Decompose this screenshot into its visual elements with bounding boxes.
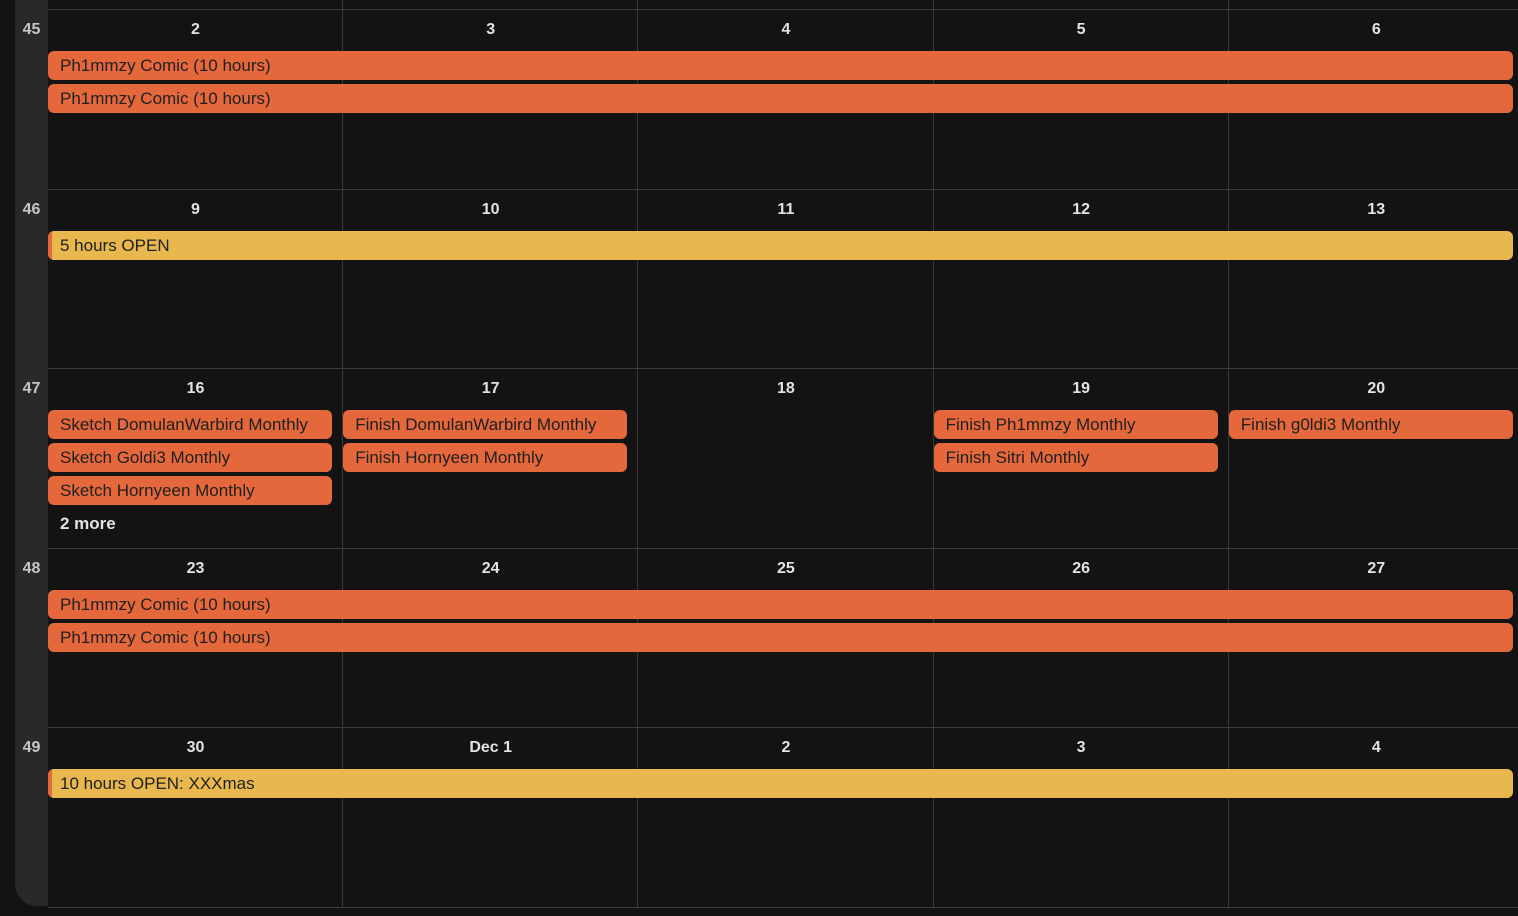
calendar-event[interactable]: Finish g0ldi3 Monthly [1228, 410, 1513, 439]
week-number[interactable]: 47 [15, 380, 48, 398]
week-number[interactable]: 49 [15, 739, 48, 757]
calendar-event[interactable]: Sketch DomulanWarbird Monthly [48, 410, 333, 439]
day-number[interactable]: 9 [48, 201, 343, 219]
more-events-link[interactable]: 2 more [48, 514, 116, 534]
day-number[interactable]: 10 [343, 201, 638, 219]
calendar-event[interactable]: Finish Ph1mmzy Monthly [933, 410, 1218, 439]
day-number[interactable]: 30 [48, 739, 343, 757]
calendar-event[interactable]: Ph1mmzy Comic (10 hours) [48, 84, 1513, 113]
week-divider [48, 189, 1518, 190]
day-number[interactable]: 23 [48, 560, 343, 578]
day-number[interactable]: 2 [638, 739, 933, 757]
day-number[interactable]: 5 [934, 21, 1229, 39]
week-number-gutter [15, 0, 48, 906]
week-divider [48, 548, 1518, 549]
day-number[interactable]: 18 [638, 380, 933, 398]
week-divider [48, 727, 1518, 728]
day-number[interactable]: 3 [343, 21, 638, 39]
day-number[interactable]: 13 [1229, 201, 1518, 219]
day-number[interactable]: 27 [1229, 560, 1518, 578]
day-number[interactable]: 2 [48, 21, 343, 39]
day-number[interactable]: 25 [638, 560, 933, 578]
day-number[interactable]: 26 [934, 560, 1229, 578]
calendar-event[interactable]: Ph1mmzy Comic (10 hours) [48, 622, 1513, 652]
calendar-event[interactable]: Finish DomulanWarbird Monthly [343, 410, 628, 439]
day-number[interactable]: Dec 1 [343, 739, 638, 757]
week-number[interactable]: 46 [15, 201, 48, 219]
day-number[interactable]: 17 [343, 380, 638, 398]
left-edge [0, 0, 15, 916]
day-number[interactable]: 6 [1229, 21, 1518, 39]
calendar-event[interactable]: 5 hours OPEN [48, 230, 1513, 260]
week-divider [48, 9, 1518, 10]
calendar-event[interactable]: 10 hours OPEN: XXXmas [48, 769, 1513, 798]
week-divider [48, 907, 1518, 908]
day-number[interactable]: 20 [1229, 380, 1518, 398]
day-number[interactable]: 12 [934, 201, 1229, 219]
day-number[interactable]: 11 [638, 201, 933, 219]
day-number[interactable]: 16 [48, 380, 343, 398]
day-number[interactable]: 19 [934, 380, 1229, 398]
week-number[interactable]: 45 [15, 21, 48, 39]
week-number[interactable]: 48 [15, 560, 48, 578]
calendar-event[interactable]: Finish Hornyeen Monthly [343, 443, 628, 472]
calendar-event[interactable]: Ph1mmzy Comic (10 hours) [48, 589, 1513, 619]
day-number[interactable]: 24 [343, 560, 638, 578]
calendar-event[interactable]: Finish Sitri Monthly [933, 443, 1218, 472]
calendar-event[interactable]: Sketch Goldi3 Monthly [48, 443, 333, 472]
week-divider [48, 368, 1518, 369]
day-number[interactable]: 4 [1229, 739, 1518, 757]
day-number[interactable]: 4 [638, 21, 933, 39]
calendar-event[interactable]: Ph1mmzy Comic (10 hours) [48, 51, 1513, 80]
day-number[interactable]: 3 [934, 739, 1229, 757]
calendar-event[interactable]: Sketch Hornyeen Monthly [48, 476, 333, 505]
